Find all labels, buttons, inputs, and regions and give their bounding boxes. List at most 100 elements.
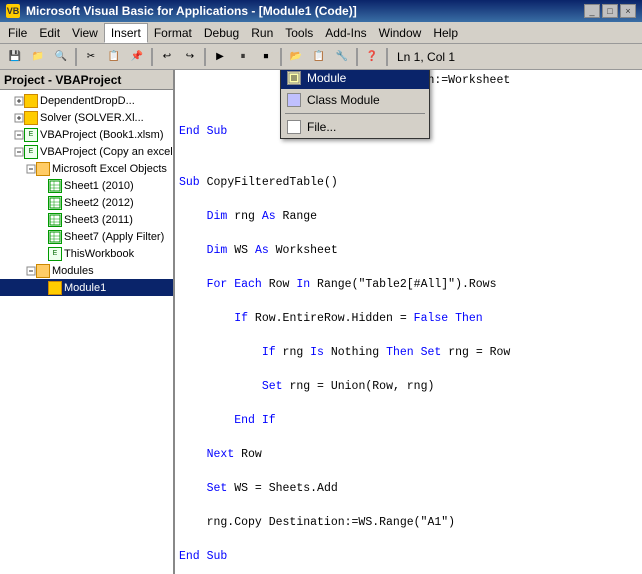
code-line: Sub CopyFilteredTable() (179, 174, 638, 191)
toolbar-sep2 (151, 48, 153, 66)
dropdown-class-module[interactable]: Class Module (281, 89, 429, 111)
toolbar-save-btn[interactable]: 💾 (4, 47, 26, 67)
menu-format[interactable]: Format (148, 24, 198, 42)
toolbar-undo-btn[interactable]: ↩ (156, 47, 178, 67)
menu-view[interactable]: View (66, 24, 104, 42)
main-area: Project - VBAProject DependentDropD... S… (0, 70, 642, 574)
tree-item-label: Sheet7 (Apply Filter) (64, 231, 164, 243)
code-editor[interactable]: .Copy Destination:=Worksheet End Sub Sub… (175, 70, 642, 574)
tree-sheet7[interactable]: Sheet7 (Apply Filter) (0, 228, 173, 245)
toolbar-project-btn[interactable]: 📂 (285, 47, 307, 67)
tree-item-label: Sheet1 (2010) (64, 180, 134, 192)
close-button[interactable]: × (620, 4, 636, 18)
sheet-icon-2 (48, 196, 62, 210)
folder-icon-modules (36, 264, 50, 278)
menu-file[interactable]: File (2, 24, 33, 42)
toolbar-cut-btn[interactable]: ✂ (80, 47, 102, 67)
toolbar-redo-btn[interactable]: ↪ (179, 47, 201, 67)
toolbar-sep6 (386, 48, 388, 66)
tree-sheet1[interactable]: Sheet1 (2010) (0, 177, 173, 194)
dropdown-module[interactable]: Module (281, 70, 429, 89)
project-title: Project - VBAProject (0, 70, 173, 90)
dropdown-sep (285, 113, 425, 114)
toolbar-sep1 (75, 48, 77, 66)
toolbar-props-btn[interactable]: 📋 (308, 47, 330, 67)
tree-item-label: Sheet2 (2012) (64, 197, 134, 209)
toolbar-paste-btn[interactable]: 📌 (126, 47, 148, 67)
maximize-button[interactable]: □ (602, 4, 618, 18)
tree-item-label: Microsoft Excel Objects (52, 163, 167, 175)
window-controls[interactable]: _ □ × (584, 4, 636, 18)
menu-tools[interactable]: Tools (279, 24, 319, 42)
module-label: Module (307, 71, 409, 85)
code-line: Set WS = Sheets.Add (179, 480, 638, 497)
toolbar-run-btn[interactable]: ▶ (209, 47, 231, 67)
module-icon-solver (24, 111, 38, 125)
tree-vbaproject-book1[interactable]: E VBAProject (Book1.xlsm) (0, 126, 173, 143)
cursor-position: Ln 1, Col 1 (391, 50, 461, 64)
code-line: Dim rng As Range (179, 208, 638, 225)
tree-item-label: Modules (52, 265, 94, 277)
code-line: Set rng = Union(Row, rng) (179, 378, 638, 395)
minimize-button[interactable]: _ (584, 4, 600, 18)
expand-icon (26, 164, 36, 174)
expand-icon (14, 96, 24, 106)
title-text: Microsoft Visual Basic for Applications … (26, 4, 578, 18)
dropdown-file[interactable]: File... (281, 116, 429, 138)
tree-modules[interactable]: Modules (0, 262, 173, 279)
menu-window[interactable]: Window (373, 24, 428, 42)
toolbar-btn3[interactable]: 🔍 (50, 47, 72, 67)
tree-sheet2[interactable]: Sheet2 (2012) (0, 194, 173, 211)
tree-solver[interactable]: Solver (SOLVER.Xl... (0, 109, 173, 126)
project-tree: DependentDropD... Solver (SOLVER.Xl... E… (0, 90, 173, 574)
code-line: For Each Row In Range("Table2[#All]").Ro… (179, 276, 638, 293)
code-line: Next Row (179, 446, 638, 463)
folder-icon (36, 162, 50, 176)
sheet-icon-1 (48, 179, 62, 193)
code-content[interactable]: .Copy Destination:=Worksheet End Sub Sub… (175, 70, 642, 574)
tree-item-label: Module1 (64, 282, 106, 294)
tree-dependentdrop[interactable]: DependentDropD... (0, 92, 173, 109)
module-icon-dependentdrop (24, 94, 38, 108)
class-module-label: Class Module (307, 93, 409, 107)
wb-icon-this: E (48, 247, 62, 261)
insert-dropdown-menu[interactable]: P Procedure... UserForm (280, 70, 430, 139)
wb-icon-copy: E (24, 145, 38, 159)
menu-edit[interactable]: Edit (33, 24, 66, 42)
code-line: If rng Is Nothing Then Set rng = Row (179, 344, 638, 361)
tree-sheet3[interactable]: Sheet3 (2011) (0, 211, 173, 228)
file-icon (287, 120, 301, 134)
code-line: End Sub (179, 548, 638, 565)
menu-debug[interactable]: Debug (198, 24, 245, 42)
menu-addins[interactable]: Add-Ins (319, 24, 372, 42)
wb-icon: E (24, 128, 38, 142)
code-line: End If (179, 412, 638, 429)
toolbar-editor-btn[interactable]: 🔧 (331, 47, 353, 67)
menu-insert[interactable]: Insert (104, 23, 148, 43)
tree-thisworkbook[interactable]: E ThisWorkbook (0, 245, 173, 262)
file-label: File... (307, 120, 409, 134)
toolbar-stop-btn[interactable]: ⏹ (255, 47, 277, 67)
project-panel: Project - VBAProject DependentDropD... S… (0, 70, 175, 574)
sheet-icon-7 (48, 230, 62, 244)
tree-ms-excel-objects[interactable]: Microsoft Excel Objects (0, 160, 173, 177)
tree-vbaproject-copy[interactable]: E VBAProject (Copy an excel ta (0, 143, 173, 160)
sheet-icon-3 (48, 213, 62, 227)
toolbar-btn2[interactable]: 📁 (27, 47, 49, 67)
toolbar-sep3 (204, 48, 206, 66)
module-icon-menu (287, 71, 301, 85)
tree-item-label: Solver (SOLVER.Xl... (40, 112, 144, 124)
toolbar-copy-btn[interactable]: 📋 (103, 47, 125, 67)
app-icon: VB (6, 4, 20, 18)
tree-item-label: ThisWorkbook (64, 248, 134, 260)
toolbar-break-btn[interactable]: ⏸ (232, 47, 254, 67)
tree-item-label: DependentDropD... (40, 95, 135, 107)
menu-run[interactable]: Run (245, 24, 279, 42)
tree-module1[interactable]: Module1 (0, 279, 173, 296)
code-line: If Row.EntireRow.Hidden = False Then (179, 310, 638, 327)
toolbar-help-btn[interactable]: ❓ (361, 47, 383, 67)
menu-help[interactable]: Help (427, 24, 464, 42)
expand-icon (14, 113, 24, 123)
code-line: Dim WS As Worksheet (179, 242, 638, 259)
toolbar-sep4 (280, 48, 282, 66)
